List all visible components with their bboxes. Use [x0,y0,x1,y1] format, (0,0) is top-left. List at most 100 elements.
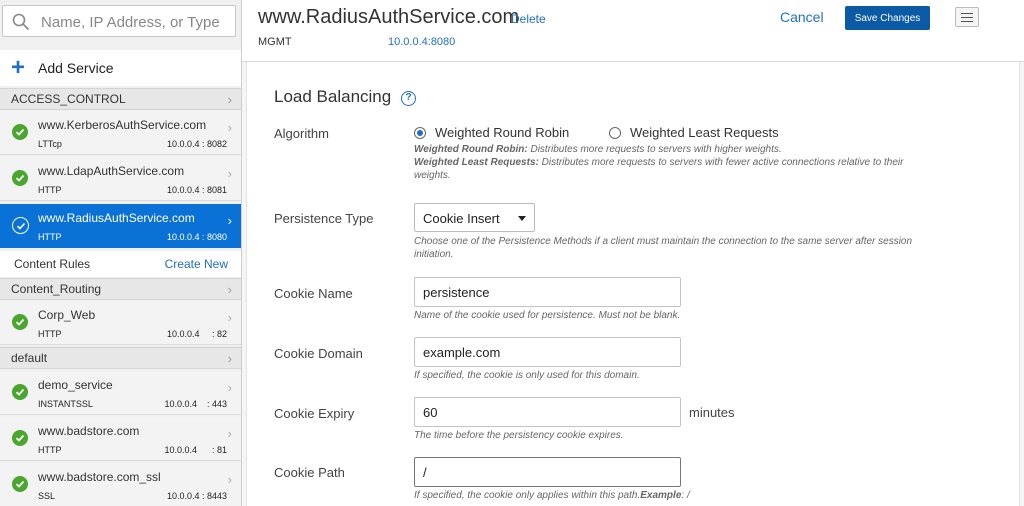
group-label: ACCESS_CONTROL [11,92,126,106]
persistence-type-label: Persistence Type [274,211,374,226]
group-label: Content_Routing [11,282,102,296]
service-item-radius[interactable]: www.RadiusAuthService.com HTTP 10.0.0.4 … [0,204,241,248]
algorithm-hint: Weighted Round Robin: Distributes more r… [414,143,924,182]
service-address: 10.0.0.4 : 82 [166,329,227,339]
service-protocol: HTTP [38,232,62,242]
load-balancing-card: Load Balancing ? Algorithm Weighted Roun… [246,62,1020,506]
service-protocol: HTTP [38,329,62,339]
chevron-right-icon: › [227,120,232,135]
status-ok-icon [12,476,28,492]
radio-weighted-round-robin[interactable]: Weighted Round Robin [414,125,569,140]
cookie-expiry-hint: The time before the persistency cookie e… [414,430,624,441]
sidebar: + Add Service ACCESS_CONTROL › www.Kerbe… [0,0,242,506]
delete-link[interactable]: Delete [511,12,546,26]
cookie-expiry-unit: minutes [689,405,735,420]
help-icon[interactable]: ? [401,91,416,106]
save-changes-button[interactable]: Save Changes [845,6,930,30]
service-address: 10.0.0.4 : 443 [164,399,227,409]
hint-term: Example [640,490,682,501]
chevron-right-icon: › [227,166,232,181]
service-item-corp-web[interactable]: Corp_Web HTTP 10.0.0.4 : 82 › [0,301,241,345]
service-address: 10.0.0.4 : 8080 [166,232,227,242]
service-address: 10.0.0.4 : 8082 [166,139,227,149]
radio-weighted-least-requests[interactable]: Weighted Least Requests [609,125,779,140]
search-icon [12,13,30,31]
select-value: Cookie Insert [423,211,500,226]
cookie-path-label: Cookie Path [274,465,345,480]
hint-text: If specified, the cookie only applies wi… [414,490,641,501]
service-name: www.badstore.com [38,424,140,438]
cancel-button[interactable]: Cancel [780,9,824,25]
service-protocol: HTTP [38,445,62,455]
caret-down-icon [518,216,526,221]
hint-text: Distributes more requests to servers wit… [527,144,782,155]
add-service-label: Add Service [38,60,114,76]
persistence-hint: Choose one of the Persistence Methods if… [414,236,913,260]
cookie-name-input[interactable] [414,277,681,307]
service-name: Corp_Web [38,308,96,322]
group-default[interactable]: default › [0,347,241,369]
service-name: www.badstore.com_ssl [38,470,161,484]
radio-label: Weighted Least Requests [630,125,779,140]
algorithm-label: Algorithm [274,126,329,141]
page-title: www.RadiusAuthService.com [258,6,520,28]
persistence-type-select[interactable]: Cookie Insert [414,203,535,232]
cookie-domain-hint: If specified, the cookie is only used fo… [414,370,640,381]
create-new-link[interactable]: Create New [165,257,228,271]
group-access-control[interactable]: ACCESS_CONTROL › [0,88,241,110]
chevron-right-icon: › [227,92,232,107]
cookie-expiry-label: Cookie Expiry [274,406,355,421]
service-item-demo-service[interactable]: demo_service INSTANTSSL 10.0.0.4 : 443 › [0,371,241,415]
add-service-button[interactable]: + Add Service [0,50,241,86]
service-header: www.RadiusAuthService.com Delete MGMT 10… [242,0,1024,62]
radio-unchecked-icon [609,126,621,139]
cookie-domain-label: Cookie Domain [274,346,363,361]
service-protocol: INSTANTSSL [38,399,93,409]
service-item-badstore-ssl[interactable]: www.badstore.com_ssl SSL 10.0.0.4 : 8443… [0,463,241,506]
service-protocol: SSL [38,491,56,501]
cookie-expiry-input[interactable] [414,397,681,427]
chevron-right-icon: › [227,380,232,395]
status-ok-icon [12,430,28,446]
service-item-ldap[interactable]: www.LdapAuthService.com HTTP 10.0.0.4 : … [0,157,241,201]
cookie-path-hint: If specified, the cookie only applies wi… [414,489,924,502]
hint-term: Weighted Least Requests: [414,157,539,168]
status-ok-icon [12,384,28,400]
status-ok-icon [12,170,28,186]
hint-term: Weighted Round Robin: [414,144,528,155]
chevron-right-icon: › [227,472,232,487]
content-rules-row: Content Rules Create New [0,251,241,277]
chevron-right-icon: › [227,282,232,297]
hamburger-menu-icon[interactable] [955,7,979,27]
service-protocol: LTTcp [38,139,62,149]
service-address: 10.0.0.4 : 8081 [166,185,227,195]
mgmt-label: MGMT [258,36,292,48]
status-ok-icon [12,314,28,330]
cookie-path-input[interactable] [414,457,681,487]
cookie-domain-input[interactable] [414,337,681,367]
service-item-badstore[interactable]: www.badstore.com HTTP 10.0.0.4 : 81 › [0,417,241,461]
group-label: default [11,351,48,365]
cookie-name-hint: Name of the cookie used for persistence.… [414,310,681,321]
plus-icon: + [11,54,26,81]
section-title: Load Balancing [274,87,392,106]
service-name: www.RadiusAuthService.com [38,211,195,225]
service-name: demo_service [38,378,113,392]
service-name: www.KerberosAuthService.com [38,118,207,132]
mgmt-address: 10.0.0.4:8080 [388,36,456,48]
service-item-kerberos[interactable]: www.KerberosAuthService.com LTTcp 10.0.0… [0,111,241,155]
service-address: 10.0.0.4 : 81 [164,445,227,455]
group-content-routing[interactable]: Content_Routing › [0,278,241,300]
chevron-right-icon: › [227,351,232,366]
status-ok-icon [12,217,29,234]
chevron-right-icon: › [227,213,232,228]
search-box [2,5,236,37]
service-address: 10.0.0.4 : 8443 [166,491,227,501]
main-panel: Load Balancing ? Algorithm Weighted Roun… [242,62,1024,506]
service-protocol: HTTP [38,185,62,195]
hint-text: : / [681,490,690,501]
cookie-name-label: Cookie Name [274,286,353,301]
radio-checked-icon [414,126,426,139]
service-name: www.LdapAuthService.com [38,164,185,178]
search-input[interactable] [41,11,231,33]
